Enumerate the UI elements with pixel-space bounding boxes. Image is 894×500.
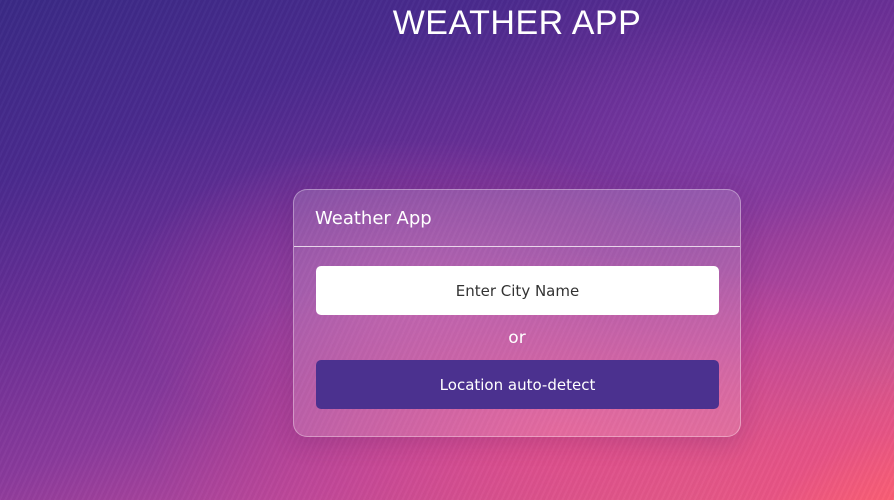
- location-auto-detect-button[interactable]: Location auto-detect: [316, 360, 719, 409]
- page-title: WEATHER APP: [392, 4, 642, 42]
- card-header: Weather App: [294, 190, 740, 247]
- weather-card: Weather App or Location auto-detect: [293, 189, 741, 437]
- card-body: or Location auto-detect: [294, 247, 740, 409]
- or-separator: or: [508, 328, 526, 348]
- card-title: Weather App: [315, 208, 432, 229]
- city-name-input[interactable]: [316, 266, 719, 315]
